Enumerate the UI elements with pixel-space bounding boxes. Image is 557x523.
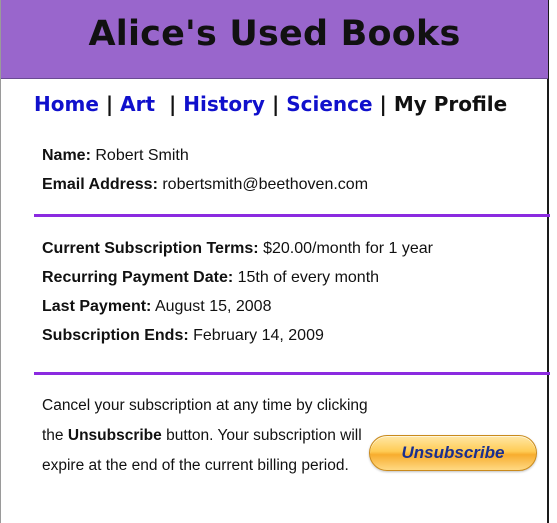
section-divider [34, 372, 550, 375]
last-payment-row: Last Payment: August 15, 2008 [42, 292, 433, 321]
site-header: Alice's Used Books [1, 0, 548, 79]
email-label: Email Address: [42, 176, 158, 193]
nav-link-science[interactable]: Science [286, 92, 372, 116]
nav-separator: | [379, 92, 387, 116]
recurring-row: Recurring Payment Date: 15th of every mo… [42, 263, 433, 292]
profile-details: Name: Robert Smith Email Address: robert… [42, 141, 368, 199]
nav-separator: | [168, 92, 177, 116]
email-row: Email Address: robertsmith@beethoven.com [42, 170, 368, 199]
section-divider [34, 214, 550, 217]
ends-value: February 14, 2009 [193, 327, 324, 344]
cancel-instructions: Cancel your subscription at any time by … [42, 391, 372, 481]
email-value: robertsmith@beethoven.com [162, 176, 369, 193]
terms-label: Current Subscription Terms: [42, 240, 259, 257]
nav-link-art[interactable]: Art [120, 92, 155, 116]
last-payment-value: August 15, 2008 [154, 298, 272, 315]
nav-separator: | [105, 92, 114, 116]
name-label: Name: [42, 147, 91, 164]
nav-link-home[interactable]: Home [34, 92, 99, 116]
recurring-value: 15th of every month [237, 269, 380, 286]
subscription-details: Current Subscription Terms: $20.00/month… [42, 234, 433, 350]
unsubscribe-button[interactable]: Unsubscribe [369, 435, 537, 471]
cancel-text-bold: Unsubscribe [67, 427, 162, 444]
ends-label: Subscription Ends: [42, 327, 189, 344]
ends-row: Subscription Ends: February 14, 2009 [42, 321, 433, 350]
site-title: Alice's Used Books [88, 14, 461, 54]
last-payment-label: Last Payment: [42, 298, 152, 315]
nav-current-my-profile: My Profile [393, 92, 508, 116]
page-frame: Alice's Used Books Home | Art | History … [0, 0, 550, 523]
name-value: Robert Smith [95, 147, 189, 164]
name-row: Name: Robert Smith [42, 141, 368, 170]
terms-row: Current Subscription Terms: $20.00/month… [42, 234, 433, 263]
recurring-label: Recurring Payment Date: [42, 269, 234, 286]
nav-link-history[interactable]: History [183, 92, 265, 116]
nav-separator: | [271, 92, 280, 116]
terms-value: $20.00/month for 1 year [263, 240, 433, 257]
main-nav: Home | Art | History | Science | My Prof… [34, 92, 507, 116]
